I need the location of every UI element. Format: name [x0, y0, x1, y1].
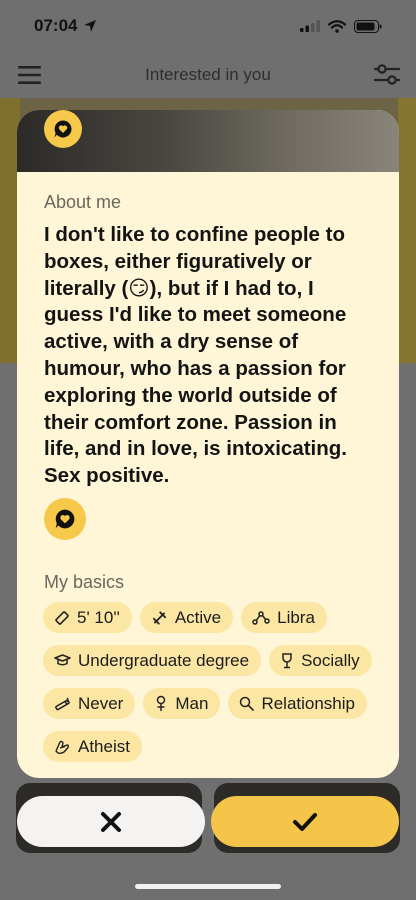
chip-looking-for: Relationship [228, 688, 367, 719]
ruler-icon [55, 610, 69, 625]
profile-sheet[interactable]: About me I don't like to confine people … [17, 110, 399, 778]
chip-exercise: Active [139, 602, 234, 633]
wifi-icon [328, 19, 346, 33]
magnifier-icon [240, 696, 255, 711]
chip-smoking: Never [43, 688, 136, 719]
status-bar: 07:04 [0, 0, 416, 52]
chip-label: 5' 10'' [77, 607, 120, 627]
chip-gender: Man [143, 688, 221, 719]
heart-chat-icon [54, 120, 72, 138]
status-icons [300, 19, 382, 33]
battery-icon [354, 19, 382, 33]
like-button[interactable] [211, 796, 399, 847]
chip-label: Never [78, 693, 124, 713]
chip-height: 5' 10'' [43, 602, 132, 633]
chip-religion: Atheist [43, 731, 142, 762]
chip-star-sign: Libra [241, 602, 327, 633]
hamburger-menu-icon[interactable] [18, 65, 42, 85]
compliment-button[interactable] [44, 498, 86, 540]
praying-hands-icon [55, 740, 70, 754]
my-basics-heading: My basics [44, 572, 125, 592]
chip-label: Socially [301, 650, 360, 670]
clock-label: 07:04 [34, 16, 78, 35]
basics-chip-list: 5' 10'' Active Libra Undergraduate degre… [43, 602, 383, 762]
photo-edge-right [398, 98, 416, 363]
zodiac-icon [252, 610, 270, 625]
graduation-cap-icon [54, 654, 71, 666]
chip-label: Atheist [78, 736, 130, 756]
close-icon [101, 811, 121, 832]
profile-photo[interactable] [17, 110, 399, 172]
chip-label: Relationship [261, 693, 355, 713]
filter-sliders-icon[interactable] [373, 63, 400, 87]
chip-label: Libra [277, 607, 315, 627]
cellular-signal-icon [300, 20, 320, 32]
dumbbell-icon [152, 610, 166, 625]
compliment-badge[interactable] [44, 110, 82, 148]
heart-chat-icon [55, 509, 75, 529]
location-arrow-icon [84, 20, 97, 32]
cigarette-icon [55, 697, 70, 710]
page-title: Interested in you [145, 65, 271, 84]
chip-label: Active [174, 607, 222, 627]
gender-icon [157, 695, 166, 711]
app-header: Interested in you [0, 52, 416, 98]
about-me-text: I don't like to confine people to boxes,… [44, 223, 347, 488]
chip-label: Undergraduate degree [78, 650, 250, 670]
chip-education: Undergraduate degree [43, 645, 262, 676]
wine-glass-icon [282, 652, 292, 668]
check-icon [293, 812, 317, 831]
about-me-heading: About me [44, 192, 122, 212]
chip-drinking: Socially [269, 645, 372, 676]
status-time: 07:04 [34, 16, 97, 36]
pass-button[interactable] [17, 796, 205, 847]
home-indicator[interactable] [135, 884, 281, 889]
chip-label: Man [175, 693, 209, 713]
